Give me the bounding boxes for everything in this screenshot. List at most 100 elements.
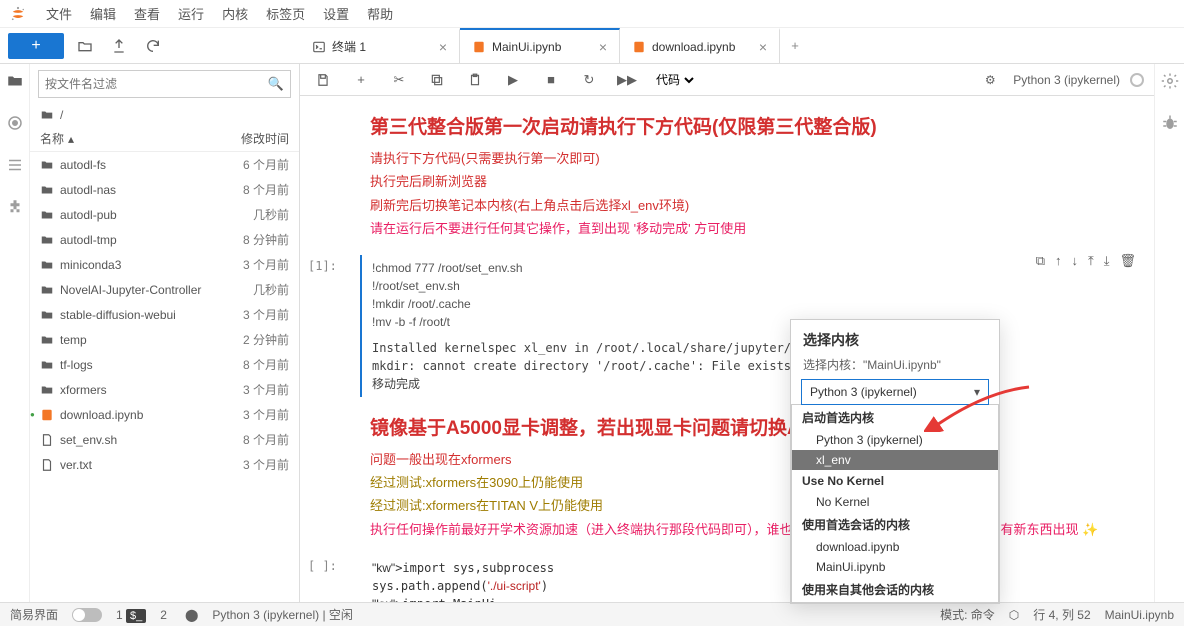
menu-edit[interactable]: 编辑 — [82, 0, 124, 27]
running-tab-icon[interactable] — [2, 110, 28, 136]
dropdown-item[interactable]: Python 3 (ipykernel) — [792, 430, 998, 450]
tab-label: MainUi.ipynb — [492, 40, 591, 54]
restart-icon[interactable]: ↻ — [576, 67, 602, 93]
close-icon[interactable]: × — [439, 39, 447, 55]
insert-below-icon[interactable]: ⤓ — [1104, 253, 1110, 269]
kernel-name[interactable]: Python 3 (ipykernel) — [1013, 73, 1120, 87]
close-icon[interactable]: × — [759, 39, 767, 55]
dropdown-item[interactable]: xl_env — [792, 450, 998, 470]
celltype-select[interactable]: 代码 — [652, 72, 697, 88]
toc-tab-icon[interactable] — [2, 152, 28, 178]
md-heading-2: 镜像基于A5000显卡调整，若出现显卡问题请切换A5000尝试 — [370, 413, 1146, 440]
file-time: 3 个月前 — [219, 256, 289, 273]
open-jupytext-icon[interactable]: ⚙ — [977, 67, 1003, 93]
copy-icon[interactable] — [424, 67, 450, 93]
upload-icon[interactable] — [106, 33, 132, 59]
refresh-icon[interactable] — [140, 33, 166, 59]
debugger-icon[interactable] — [1157, 110, 1183, 136]
save-icon[interactable] — [310, 67, 336, 93]
dropdown-group-header: 使用首选会话的内核 — [792, 512, 998, 537]
stop-icon[interactable]: ■ — [538, 67, 564, 93]
insert-above-icon[interactable]: ⤒ — [1088, 253, 1094, 269]
status-mode: 模式: 命令 — [940, 606, 995, 623]
delete-cell-icon[interactable]: 🗑 — [1119, 253, 1136, 269]
file-row[interactable]: NovelAI-Jupyter-Controller几秒前 — [30, 277, 299, 302]
menu-help[interactable]: 帮助 — [359, 0, 401, 27]
menu-file[interactable]: 文件 — [38, 0, 80, 27]
code-cell-content[interactable]: "kw">import sys,subprocess sys.path.appe… — [362, 555, 1146, 602]
file-time: 3 个月前 — [219, 306, 289, 323]
new-folder-icon[interactable] — [72, 33, 98, 59]
move-up-icon[interactable]: ↑ — [1055, 253, 1062, 269]
new-tab-button[interactable]: + — [780, 28, 810, 63]
run-all-icon[interactable]: ▶▶ — [614, 67, 640, 93]
file-time: 8 个月前 — [219, 356, 289, 373]
file-time: 3 个月前 — [219, 456, 289, 473]
status-simple-ui[interactable]: 简易界面 — [10, 606, 58, 623]
select-kernel-dialog: 选择内核 选择内核："MainUi.ipynb" Python 3 (ipyke… — [790, 319, 1000, 604]
file-time: 6 个月前 — [219, 156, 289, 173]
simple-ui-toggle[interactable] — [72, 608, 102, 622]
menu-run[interactable]: 运行 — [170, 0, 212, 27]
tab-label: download.ipynb — [652, 40, 751, 54]
file-row[interactable]: temp2 分钟前 — [30, 327, 299, 352]
notification-icon[interactable]: ⬡ — [1009, 608, 1019, 622]
status-kernel[interactable]: Python 3 (ipykernel) | 空闲 — [212, 606, 353, 623]
md-line: 执行任何操作前最好开学术资源加速（进入终端执行那段代码即可），谁也说不准啥时候仓… — [370, 518, 1146, 541]
name-column-header[interactable]: 名称 — [40, 130, 64, 147]
file-row[interactable]: stable-diffusion-webui3 个月前 — [30, 302, 299, 327]
time-column-header[interactable]: 修改时间 — [219, 130, 289, 147]
status-cursor: 行 4, 列 52 — [1033, 606, 1090, 623]
cell-output: Installed kernelspec xl_env in /root/.lo… — [362, 335, 1146, 397]
sort-asc-icon[interactable]: ▴ — [68, 132, 74, 146]
tab--1[interactable]: 终端 1 × — [300, 28, 460, 63]
menu-settings[interactable]: 设置 — [315, 0, 357, 27]
file-time: 3 个月前 — [219, 381, 289, 398]
kernel-status-icon[interactable] — [1130, 73, 1144, 87]
status-count-a[interactable]: 1 $_ — [116, 608, 146, 622]
notebook-icon — [632, 40, 646, 54]
new-launcher-button[interactable]: + — [8, 33, 64, 59]
dropdown-item[interactable]: MainUi.ipynb — [792, 557, 998, 577]
status-count-b[interactable]: 2 — [160, 608, 167, 622]
file-row[interactable]: miniconda33 个月前 — [30, 252, 299, 277]
file-time: 几秒前 — [219, 206, 289, 223]
folder-tab-icon[interactable] — [2, 68, 28, 94]
dropdown-item[interactable]: download.ipynb — [792, 537, 998, 557]
jupyter-logo — [8, 4, 28, 24]
file-filter-input[interactable]: 🔍 — [38, 70, 291, 98]
code-cell-content[interactable]: !chmod 777 /root/set_env.sh !/root/set_e… — [362, 255, 1146, 335]
move-down-icon[interactable]: ↓ — [1071, 253, 1078, 269]
paste-icon[interactable] — [462, 67, 488, 93]
file-row[interactable]: autodl-fs6 个月前 — [30, 152, 299, 177]
status-file: MainUi.ipynb — [1105, 608, 1174, 622]
file-row[interactable]: tf-logs8 个月前 — [30, 352, 299, 377]
file-time: 8 个月前 — [219, 181, 289, 198]
add-cell-icon[interactable]: + — [348, 67, 374, 93]
file-row[interactable]: xformers3 个月前 — [30, 377, 299, 402]
menu-view[interactable]: 查看 — [126, 0, 168, 27]
menu-kernel[interactable]: 内核 — [214, 0, 256, 27]
file-row[interactable]: download.ipynb3 个月前 — [30, 402, 299, 427]
run-icon[interactable]: ▶ — [500, 67, 526, 93]
md-line: 执行完后刷新浏览器 — [370, 170, 1146, 193]
tab-download-ipynb[interactable]: download.ipynb × — [620, 28, 780, 63]
cell-prompt: [1]: — [308, 259, 337, 273]
close-icon[interactable]: × — [599, 39, 607, 55]
duplicate-cell-icon[interactable]: ⧉ — [1036, 253, 1045, 269]
property-inspector-icon[interactable] — [1157, 68, 1183, 94]
dropdown-item[interactable]: No Kernel — [792, 492, 998, 512]
file-row[interactable]: autodl-tmp8 分钟前 — [30, 227, 299, 252]
file-row[interactable]: ver.txt3 个月前 — [30, 452, 299, 477]
breadcrumb[interactable]: / — [30, 104, 299, 126]
file-row[interactable]: autodl-pub几秒前 — [30, 202, 299, 227]
file-row[interactable]: set_env.sh8 个月前 — [30, 427, 299, 452]
kernel-select[interactable]: Python 3 (ipykernel) — [801, 379, 989, 405]
menu-tabs[interactable]: 标签页 — [258, 0, 313, 27]
cut-icon[interactable]: ✂ — [386, 67, 412, 93]
tab-MainUi-ipynb[interactable]: MainUi.ipynb × — [460, 28, 620, 63]
tab-label: 终端 1 — [332, 38, 431, 55]
extension-tab-icon[interactable] — [2, 194, 28, 220]
dropdown-group-header: 启动首选内核 — [792, 405, 998, 430]
file-row[interactable]: autodl-nas8 个月前 — [30, 177, 299, 202]
